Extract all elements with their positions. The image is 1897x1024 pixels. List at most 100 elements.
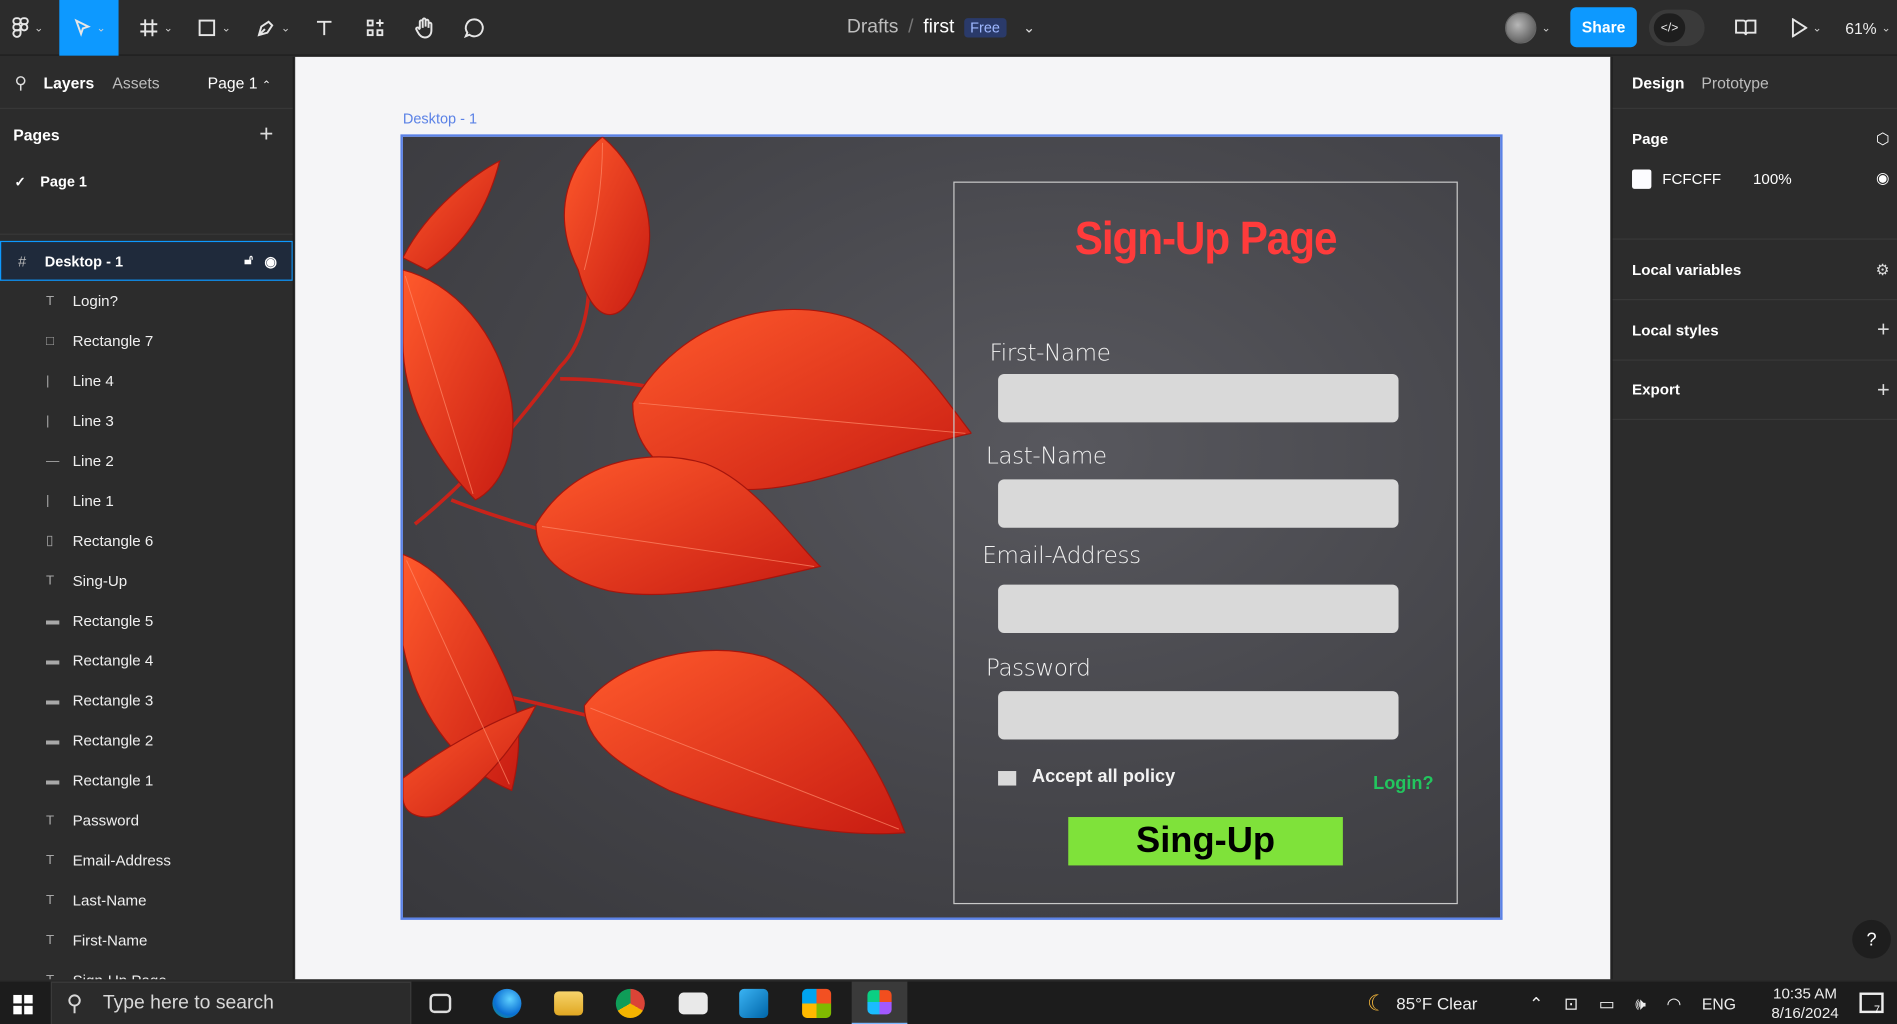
layer-item[interactable]: T Last-Name (0, 880, 293, 920)
first-name-label[interactable]: First-Name (990, 340, 1111, 367)
clock[interactable]: 10:35 AM 8/16/2024 (1766, 984, 1843, 1023)
share-button[interactable]: Share (1570, 7, 1637, 48)
help-button[interactable]: ? (1852, 919, 1891, 959)
layer-item[interactable]: T Email-Address (0, 840, 293, 880)
eye-icon[interactable]: ◉ (264, 252, 277, 269)
variables-settings-icon[interactable]: ⚙︎ (1876, 260, 1890, 279)
export-section[interactable]: Export + (1612, 359, 1897, 421)
dev-mode-toggle[interactable]: </> (1648, 0, 1706, 56)
toggle-track: </> (1648, 9, 1705, 46)
frame-label[interactable]: Desktop - 1 (403, 110, 477, 127)
comment-tool-button[interactable] (459, 0, 490, 56)
local-variables-section[interactable]: Local variables ⚙︎ (1612, 238, 1897, 299)
layer-item[interactable]: T First-Name (0, 920, 293, 960)
sign-up-button[interactable]: Sing-Up (1068, 817, 1343, 866)
layer-frame-desktop-1[interactable]: # Desktop - 1 🔓︎ ◉ (0, 240, 293, 281)
tab-design[interactable]: Design (1632, 73, 1684, 91)
chrome-icon[interactable] (615, 988, 645, 1018)
layer-item[interactable]: ▬ Rectangle 5 (0, 600, 293, 640)
components-tool-button[interactable] (359, 0, 390, 56)
file-menu-chevron-icon[interactable]: ⌄ (1023, 19, 1035, 36)
password-label[interactable]: Password (986, 655, 1091, 682)
local-styles-section[interactable]: Local styles + (1612, 298, 1897, 360)
text-tool-button[interactable] (308, 0, 339, 56)
taskbar-search-box[interactable]: ⚲ Type here to search (50, 981, 412, 1024)
layer-item[interactable]: ▬ Rectangle 1 (0, 760, 293, 800)
visibility-eye-icon[interactable]: ◉ (1876, 168, 1890, 187)
user-avatar-button[interactable]: ⌄ (1498, 0, 1558, 56)
email-address-field[interactable] (998, 584, 1399, 634)
layer-item[interactable]: ▬ Rectangle 2 (0, 720, 293, 760)
search-layers-icon[interactable]: ⚲ (15, 72, 44, 93)
layer-item[interactable]: T Password (0, 800, 293, 840)
layer-item[interactable]: T Login? (0, 281, 293, 321)
windows-start-icon[interactable] (13, 994, 33, 1015)
email-address-label[interactable]: Email-Address (982, 542, 1141, 569)
weather-text: 85°F Clear (1396, 993, 1478, 1014)
login-link[interactable]: Login? (1373, 773, 1433, 794)
figma-menu-button[interactable]: ⌄ (0, 0, 56, 56)
layer-item[interactable]: T Sing-Up (0, 560, 293, 600)
first-name-field[interactable] (998, 374, 1399, 423)
signup-page-title[interactable]: Sign-Up Page (975, 214, 1437, 266)
weather-widget[interactable]: ☾ 85°F Clear (1367, 982, 1477, 1024)
desktop-frame[interactable]: Sign-Up Page First-Name Last-Name Email-… (400, 134, 1503, 920)
page-color-hex[interactable]: FCFCFF (1662, 171, 1753, 188)
layer-name: Line 2 (72, 452, 114, 470)
page-list-item[interactable]: ✓ Page 1 (0, 161, 293, 202)
zoom-control[interactable]: 61% ⌄ (1841, 0, 1894, 56)
mail-icon[interactable] (678, 992, 708, 1015)
layer-item[interactable]: ▬ Rectangle 3 (0, 680, 293, 720)
layer-item[interactable]: ▯ Rectangle 6 (0, 520, 293, 560)
styles-icon[interactable]: ⬡ (1876, 130, 1890, 149)
accept-policy-label[interactable]: Accept all policy (1032, 766, 1175, 787)
tab-layers[interactable]: Layers (44, 73, 95, 91)
page-fill-row[interactable]: FCFCFF 100% (1632, 169, 1792, 189)
layer-item[interactable]: | Line 1 (0, 481, 293, 521)
chevron-down-icon: ⌄ (96, 21, 106, 34)
page-opacity[interactable]: 100% (1753, 171, 1792, 188)
color-swatch[interactable] (1632, 169, 1652, 189)
vscode-icon[interactable] (739, 988, 769, 1018)
figma-taskbar-item[interactable] (851, 981, 908, 1024)
move-tool-button[interactable]: ⌄ (59, 0, 119, 56)
file-name[interactable]: first (923, 17, 954, 39)
page-selector[interactable]: Page 1 ⌃ (208, 73, 271, 91)
store-icon[interactable] (802, 988, 832, 1018)
wifi-icon[interactable]: ◠ (1667, 993, 1682, 1014)
volume-icon[interactable]: 🕪︎ (1635, 993, 1646, 1014)
battery-icon[interactable]: ▭ (1599, 993, 1615, 1014)
tab-prototype[interactable]: Prototype (1701, 73, 1768, 91)
layer-item[interactable]: ▬ Rectangle 4 (0, 640, 293, 680)
layer-item[interactable]: — Line 2 (0, 441, 293, 481)
tab-assets[interactable]: Assets (112, 73, 159, 91)
breadcrumb-drafts[interactable]: Drafts (847, 17, 899, 39)
layer-item[interactable]: | Line 3 (0, 401, 293, 441)
last-name-field[interactable] (998, 479, 1399, 528)
present-button[interactable]: ⌄ (1784, 0, 1828, 56)
library-button[interactable] (1730, 0, 1761, 56)
accept-policy-checkbox[interactable] (998, 771, 1017, 786)
layer-item[interactable]: TSign-Up Page (0, 960, 293, 979)
add-export-icon[interactable]: + (1877, 377, 1890, 402)
last-name-label[interactable]: Last-Name (986, 443, 1107, 470)
layer-item[interactable]: □ Rectangle 7 (0, 321, 293, 361)
frame-tool-button[interactable]: ⌄ (133, 0, 179, 56)
language-indicator[interactable]: ENG (1702, 994, 1736, 1012)
hand-tool-button[interactable] (409, 0, 440, 56)
add-page-icon[interactable]: + (259, 121, 273, 149)
add-style-icon[interactable]: + (1877, 317, 1890, 342)
edge-icon[interactable] (492, 988, 522, 1018)
password-field[interactable] (998, 691, 1399, 740)
file-explorer-icon[interactable] (554, 991, 584, 1016)
meet-now-icon[interactable]: ⊡ (1564, 993, 1578, 1014)
notifications-icon[interactable]: 7 (1859, 992, 1884, 1016)
notification-count: 7 (1873, 1003, 1881, 1016)
chevron-up-icon[interactable]: ⌃ (1529, 993, 1543, 1014)
pen-tool-button[interactable]: ⌄ (250, 0, 296, 56)
layer-item[interactable]: | Line 4 (0, 361, 293, 401)
shape-tool-button[interactable]: ⌄ (191, 0, 237, 56)
task-view-icon[interactable] (429, 993, 452, 1014)
signup-form-box[interactable]: Sign-Up Page First-Name Last-Name Email-… (953, 181, 1458, 905)
lock-icon[interactable]: 🔓︎ (244, 253, 253, 269)
